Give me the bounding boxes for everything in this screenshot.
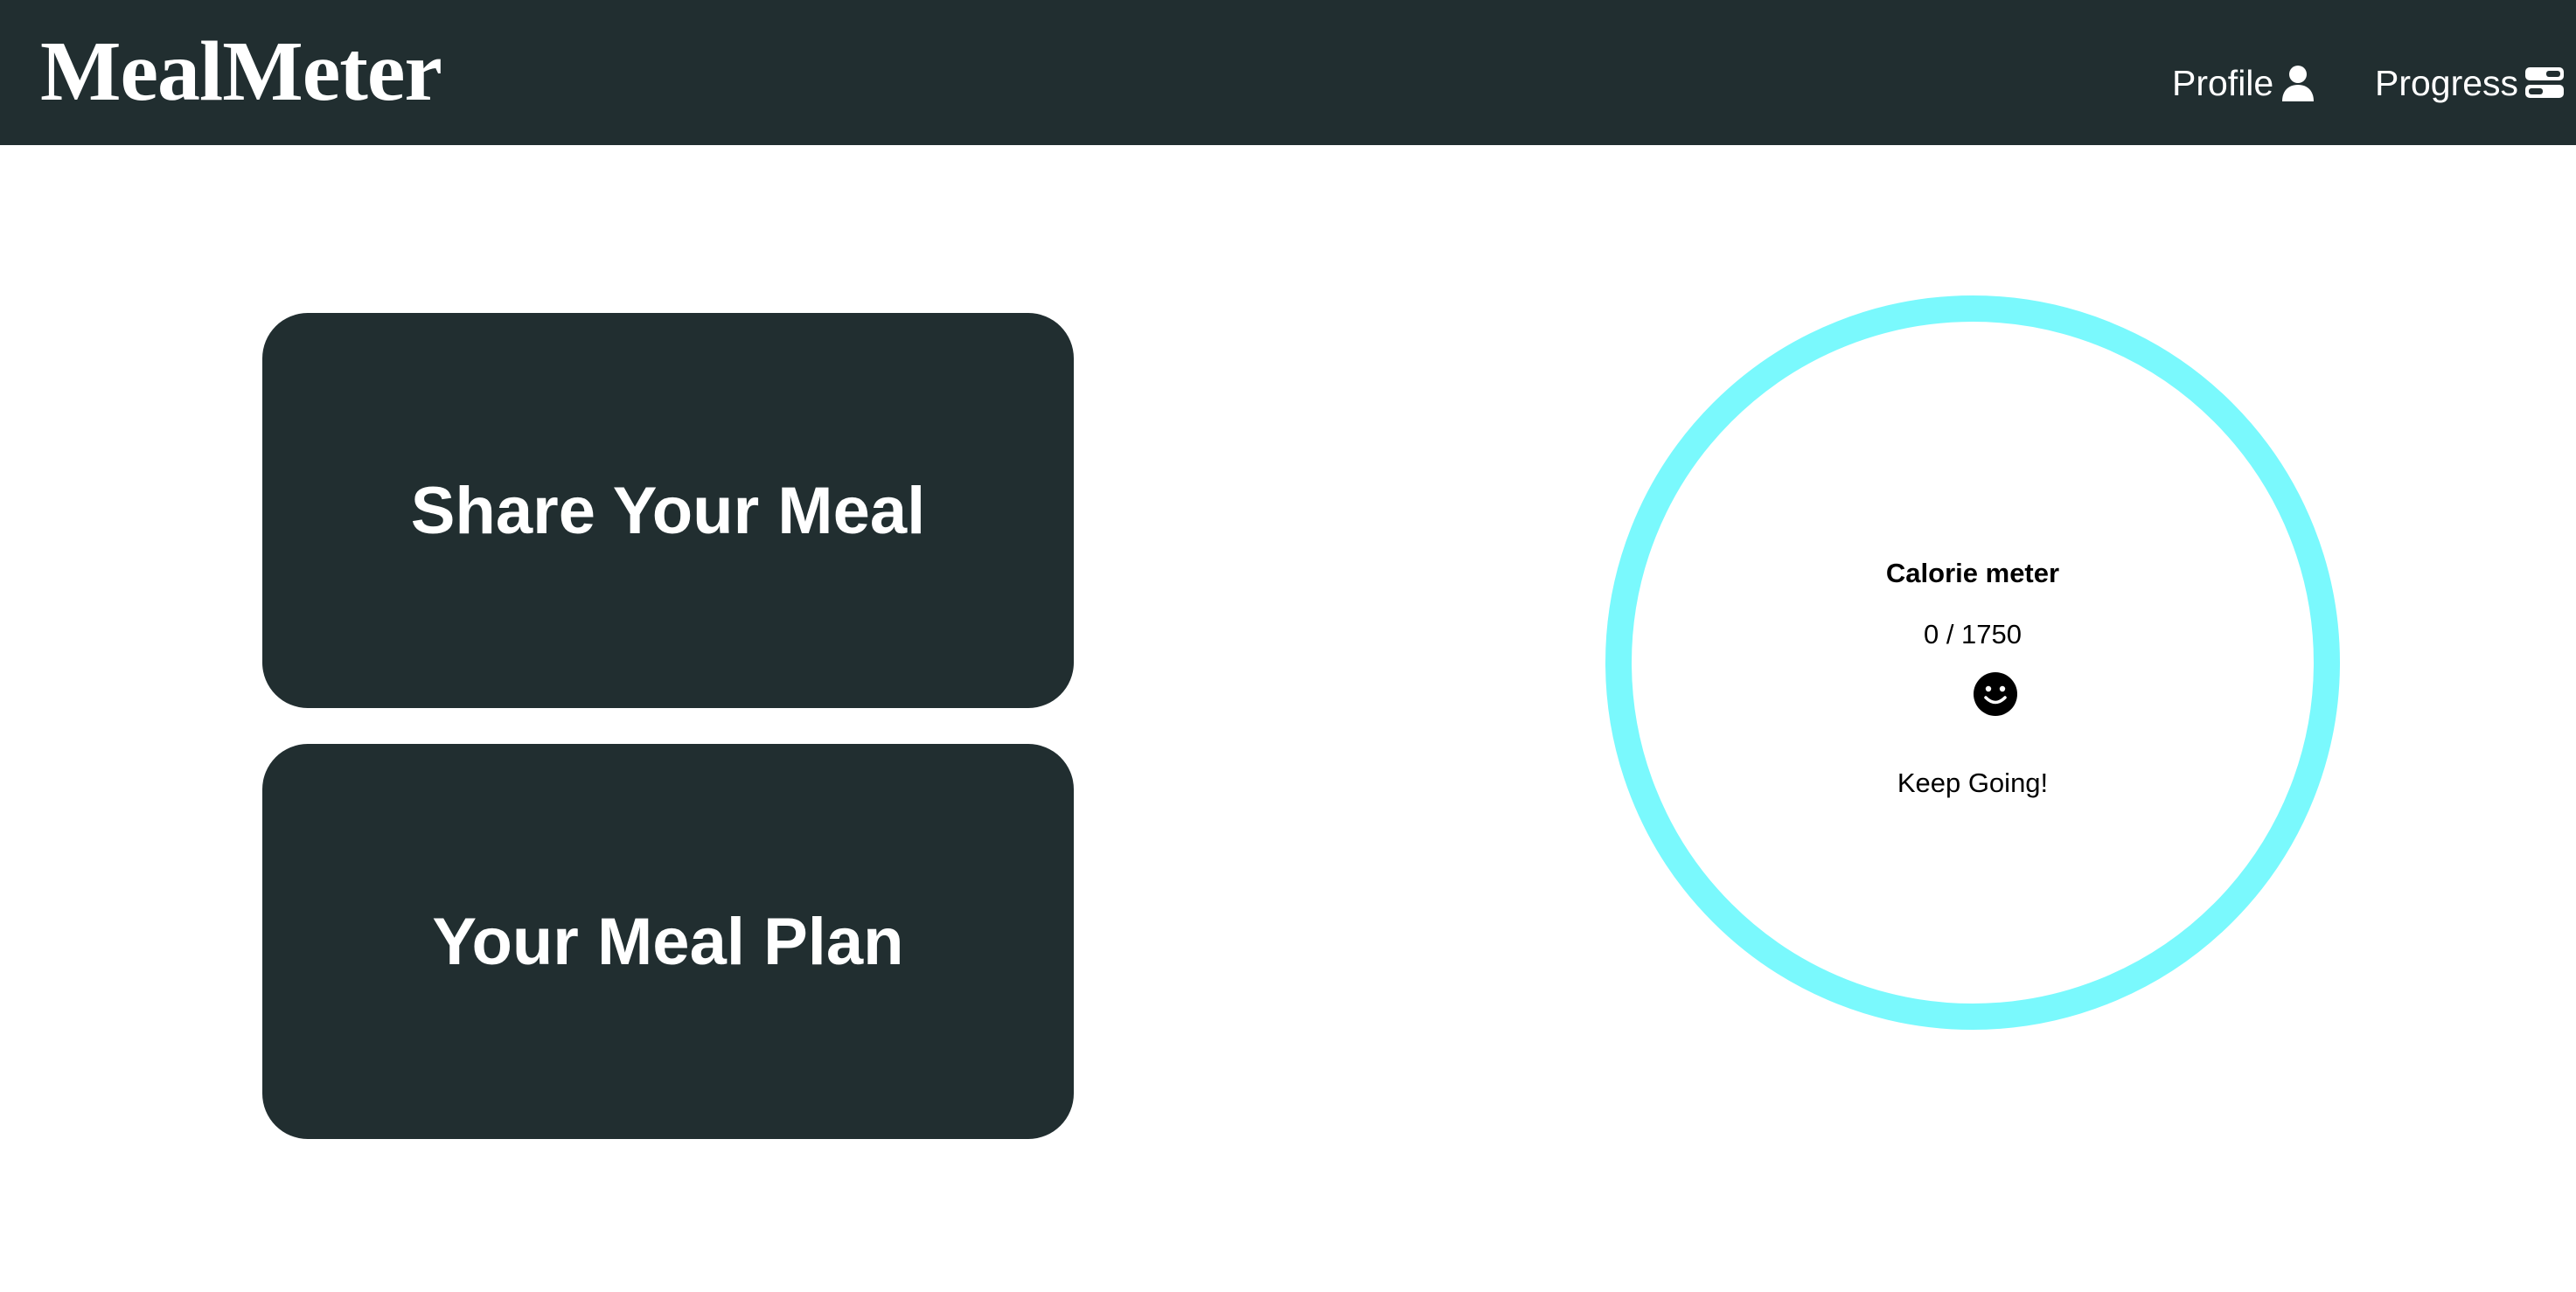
calorie-meter-value: 0 / 1750	[1923, 619, 2023, 649]
top-navbar: MealMeter Profile Progress	[0, 0, 2576, 145]
share-your-meal-button[interactable]: Share Your Meal	[262, 313, 1074, 708]
your-meal-plan-label: Your Meal Plan	[432, 904, 904, 979]
nav-profile-link[interactable]: Profile	[2172, 52, 2315, 114]
calorie-meter-status: Keep Going!	[1897, 768, 2049, 798]
share-your-meal-label: Share Your Meal	[410, 473, 926, 548]
nav-progress-label: Progress	[2375, 62, 2519, 103]
nav-progress-link[interactable]: Progress	[2375, 52, 2565, 114]
your-meal-plan-button[interactable]: Your Meal Plan	[262, 744, 1074, 1139]
progress-icon	[2525, 67, 2565, 99]
app-logo[interactable]: MealMeter	[40, 21, 442, 124]
user-icon	[2280, 65, 2315, 101]
smiley-face-icon	[1973, 671, 2018, 721]
calorie-meter-title: Calorie meter	[1885, 558, 2060, 588]
nav-profile-label: Profile	[2172, 62, 2274, 103]
calorie-meter: Calorie meter 0 / 1750 Keep Going!	[1605, 295, 2340, 1030]
